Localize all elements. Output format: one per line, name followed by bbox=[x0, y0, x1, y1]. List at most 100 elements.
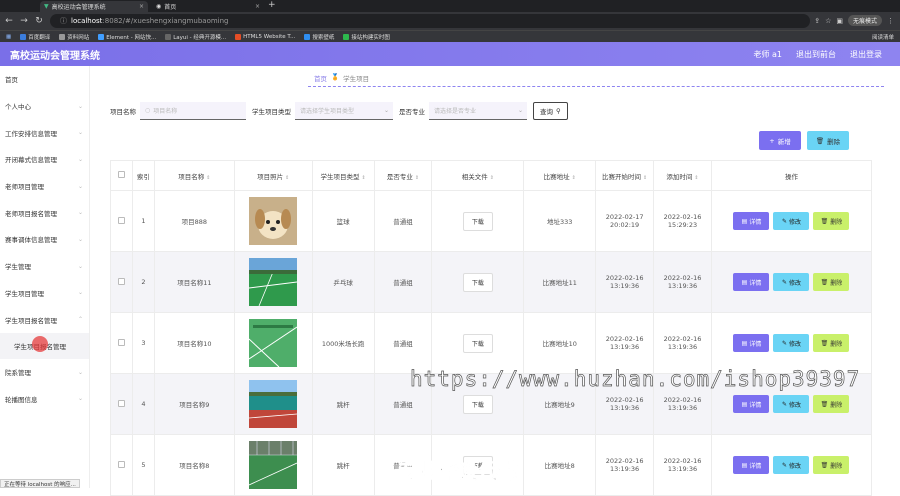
query-button[interactable]: 查询 ⚲ bbox=[533, 102, 568, 120]
bookmark-item[interactable]: Element - 网站快... bbox=[98, 33, 156, 41]
sidebar-item-ceremony[interactable]: 开闭幕式信息管理 ⌄ bbox=[0, 146, 89, 173]
row-checkbox[interactable] bbox=[110, 434, 133, 496]
reading-list[interactable]: 阅读清单 bbox=[872, 33, 894, 41]
cell-file: 下载 bbox=[431, 190, 525, 252]
close-icon[interactable]: × bbox=[139, 3, 144, 10]
sidebar-item-student-project[interactable]: 学生项目管理 ⌄ bbox=[0, 280, 89, 307]
bookmarks-bar: ▦ 百度翻译 资料网站 Element - 网站快... Layui - 经典开… bbox=[0, 30, 900, 42]
more-icon[interactable]: ⋮ bbox=[887, 17, 894, 25]
divider bbox=[308, 86, 884, 87]
download-button[interactable]: 下载 bbox=[462, 272, 493, 292]
delete-button[interactable]: 🗑 删除 bbox=[813, 456, 850, 474]
sidebar-item-departments[interactable]: 院系管理 ⌄ bbox=[0, 359, 89, 386]
bookmark-item[interactable]: 接站构建实时图 bbox=[343, 33, 390, 41]
sidebar: 首页 个人中心 ⌄ 工作安排信息管理 ⌄ 开闭幕式信息管理 ⌄ 老师项目管理 ⌄ 老师项… bbox=[0, 66, 90, 488]
select-all-checkbox[interactable] bbox=[110, 160, 133, 191]
download-button[interactable]: 下载 bbox=[462, 211, 493, 231]
medal-icon: 🏅 bbox=[331, 73, 340, 81]
apps-icon[interactable]: ▦ bbox=[6, 34, 11, 40]
edit-button[interactable]: ✎ 修改 bbox=[773, 334, 810, 352]
row-checkbox[interactable] bbox=[110, 251, 133, 313]
url-input[interactable]: ⓘ localhost:8082/#/xueshengxiangmubaomin… bbox=[50, 14, 810, 28]
plus-icon: + bbox=[769, 136, 775, 145]
bookmark-item[interactable]: Layui - 经典开源模... bbox=[165, 33, 226, 41]
current-user: 老师 a1 bbox=[753, 50, 782, 59]
download-button[interactable]: 下载 bbox=[462, 333, 493, 353]
cell-address: 比赛地址10 bbox=[523, 312, 597, 374]
star-icon[interactable]: ☆ bbox=[825, 17, 831, 25]
sidebar-item-student-signup[interactable]: 学生项目报名管理 ⌃ bbox=[0, 306, 89, 333]
filter-label-name: 项目名称 bbox=[110, 108, 136, 116]
table-row: 1 项目888 篮球 普通组 下载 地址333 2022-02-17 20:02:19 202… bbox=[110, 190, 873, 252]
cell-address: 比赛地址11 bbox=[523, 251, 597, 313]
name-search-input[interactable]: ○ 项目名称 bbox=[140, 102, 246, 120]
browser-tab[interactable]: ◉ 首页 × bbox=[152, 1, 264, 12]
add-button[interactable]: + 新增 bbox=[759, 131, 801, 150]
bulk-delete-button[interactable]: 🗑 删除 bbox=[807, 131, 849, 150]
download-button[interactable]: 下载 bbox=[462, 394, 493, 414]
col-header[interactable]: 比赛地址 ⇕ bbox=[523, 160, 597, 191]
back-to-front-link[interactable]: 退出到前台 bbox=[796, 49, 836, 60]
row-checkbox[interactable] bbox=[110, 312, 133, 374]
cell-added-time: 2022-02-16 13:19:36 bbox=[653, 312, 712, 374]
cell-start-time: 2022-02-16 13:19:36 bbox=[595, 312, 655, 374]
close-icon[interactable]: × bbox=[255, 3, 260, 10]
detail-button[interactable]: ▤ 详情 bbox=[733, 395, 770, 413]
info-icon: ⓘ bbox=[60, 17, 67, 25]
bookmark-item[interactable]: 百度翻译 bbox=[20, 33, 50, 41]
sidebar-item-home[interactable]: 首页 bbox=[0, 66, 89, 93]
sidebar-item-work-schedule[interactable]: 工作安排信息管理 ⌄ bbox=[0, 119, 89, 146]
cell-name: 项目名称11 bbox=[153, 251, 235, 313]
edit-button[interactable]: ✎ 修改 bbox=[773, 456, 810, 474]
bookmark-item[interactable]: HTML5 Website T... bbox=[235, 33, 295, 40]
new-tab-button[interactable]: + bbox=[268, 0, 276, 10]
delete-button[interactable]: 🗑 删除 bbox=[813, 334, 850, 352]
delete-button[interactable]: 🗑 删除 bbox=[813, 395, 850, 413]
bookmark-item[interactable]: 资料网站 bbox=[59, 33, 89, 41]
cell-address: 地址333 bbox=[523, 190, 597, 252]
bookmark-item[interactable]: 搜索壁纸 bbox=[304, 33, 334, 41]
status-bar: 正在等待 localhost 的响应... bbox=[0, 479, 80, 488]
delete-button[interactable]: 🗑 删除 bbox=[813, 212, 850, 230]
detail-button[interactable]: ▤ 详情 bbox=[733, 456, 770, 474]
col-header[interactable]: 比赛开始时间 ⇕ bbox=[595, 160, 655, 191]
row-checkbox[interactable] bbox=[110, 373, 133, 435]
back-icon[interactable]: ← bbox=[3, 16, 15, 26]
filter-bar: 项目名称 ○ 项目名称 学生项目类型 请选择学生项目类型 ⌄ 是否专业 请选择是否专… bbox=[110, 102, 568, 120]
col-header[interactable]: 是否专业 ⇕ bbox=[373, 160, 433, 191]
row-checkbox[interactable] bbox=[110, 190, 133, 252]
sidebar-item-teacher-signup[interactable]: 老师项目报名管理 ⌄ bbox=[0, 199, 89, 226]
delete-button[interactable]: 🗑 删除 bbox=[813, 273, 850, 291]
sidebar-item-students[interactable]: 学生管理 ⌄ bbox=[0, 253, 89, 280]
incognito-profile[interactable]: 无痕模式 bbox=[847, 15, 882, 26]
sidebar-item-carousel[interactable]: 轮播图信息 ⌄ bbox=[0, 386, 89, 413]
detail-button[interactable]: ▤ 详情 bbox=[733, 212, 770, 230]
project-photo bbox=[249, 197, 298, 245]
col-header[interactable]: 相关文件 ⇕ bbox=[431, 160, 525, 191]
col-header[interactable]: 添加时间 ⇕ bbox=[653, 160, 712, 191]
edit-button[interactable]: ✎ 修改 bbox=[773, 273, 810, 291]
sidebar-item-event-info[interactable]: 赛事调体信息管理 ⌄ bbox=[0, 226, 89, 253]
reload-icon[interactable]: ↻ bbox=[33, 16, 45, 26]
col-header[interactable]: 项目照片 ⇕ bbox=[233, 160, 313, 191]
edit-button[interactable]: ✎ 修改 bbox=[773, 395, 810, 413]
major-select[interactable]: 请选择是否专业 ⌄ bbox=[429, 102, 527, 120]
extensions-icon[interactable]: ▣ bbox=[836, 17, 843, 25]
share-icon[interactable]: ⇪ bbox=[814, 17, 820, 25]
cell-major: 普通组 bbox=[373, 312, 433, 374]
forward-icon[interactable]: → bbox=[18, 16, 30, 26]
detail-button[interactable]: ▤ 详情 bbox=[733, 334, 770, 352]
edit-button[interactable]: ✎ 修改 bbox=[773, 212, 810, 230]
sidebar-item-teacher-project[interactable]: 老师项目管理 ⌄ bbox=[0, 173, 89, 200]
cell-file: 下载 bbox=[431, 312, 525, 374]
logout-link[interactable]: 退出登录 bbox=[850, 49, 882, 60]
detail-button[interactable]: ▤ 详情 bbox=[733, 273, 770, 291]
type-select[interactable]: 请选择学生项目类型 ⌄ bbox=[295, 102, 393, 120]
col-header[interactable]: 项目名称 ⇕ bbox=[153, 160, 235, 191]
breadcrumb-home[interactable]: 首页 bbox=[314, 73, 327, 83]
col-header[interactable]: 学生项目类型 ⇕ bbox=[311, 160, 375, 191]
sidebar-item-personal[interactable]: 个人中心 ⌄ bbox=[0, 93, 89, 120]
filter-label-type: 学生项目类型 bbox=[252, 108, 291, 116]
cell-photo bbox=[233, 434, 313, 496]
browser-tab-active[interactable]: ▼ 高校运动会管理系统 × bbox=[40, 1, 148, 12]
